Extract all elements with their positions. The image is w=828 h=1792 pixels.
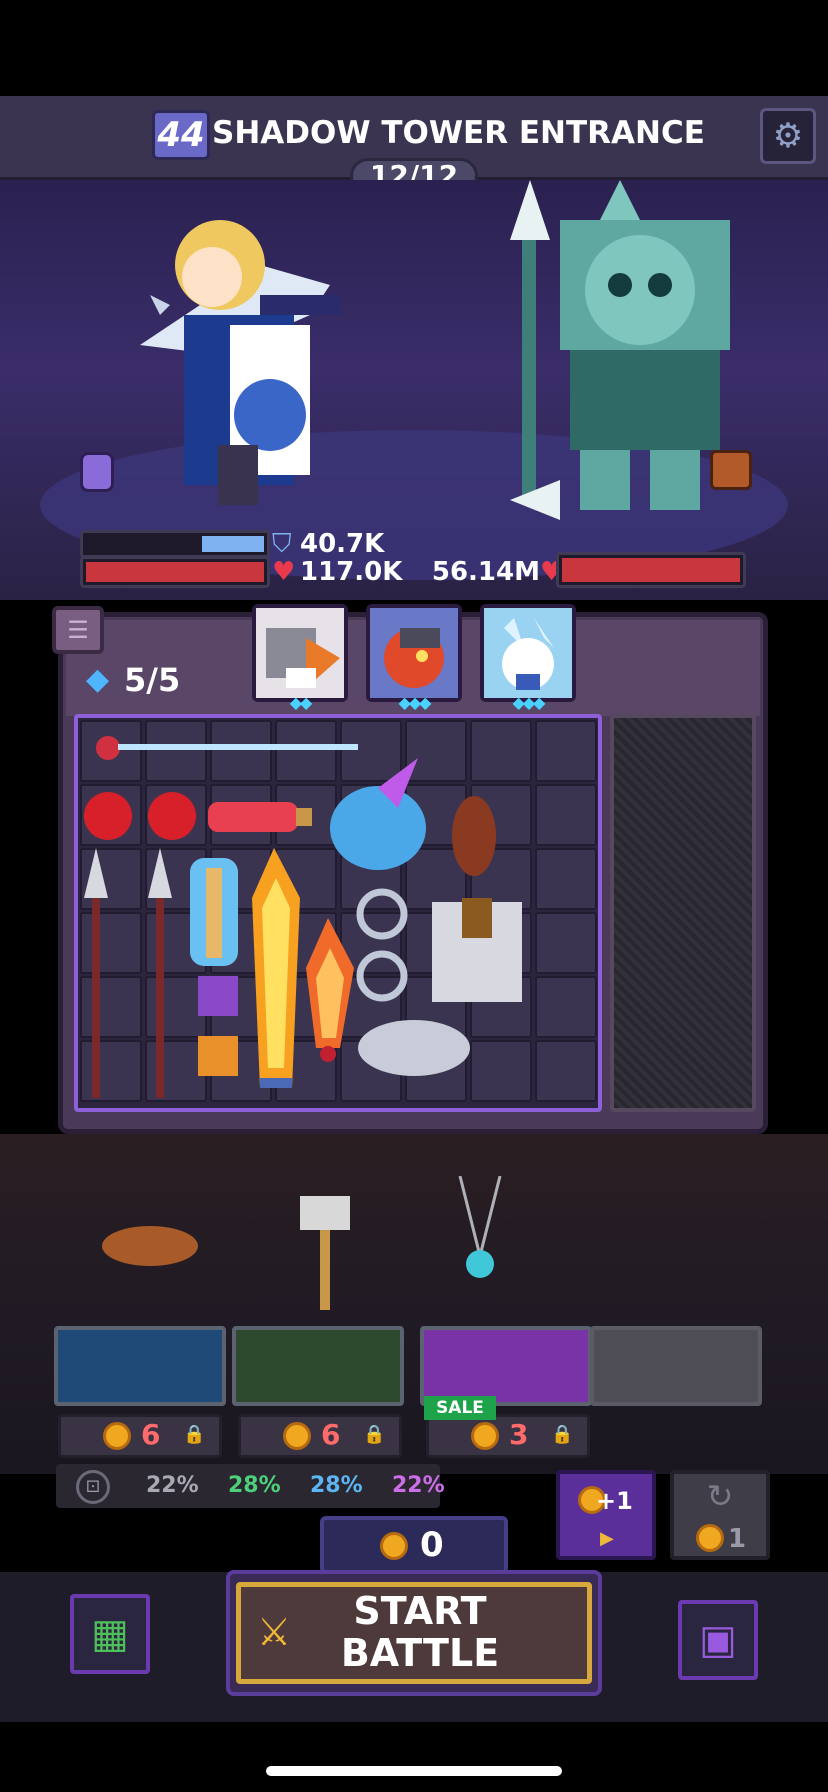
odds-rare: 28%	[310, 1473, 363, 1498]
price-value: 6	[141, 1418, 161, 1451]
shield-icon: ⛉	[272, 529, 292, 559]
hero-sprite	[140, 220, 340, 505]
odds-info-icon[interactable]: ⚀	[76, 1470, 110, 1504]
shop-slot-4[interactable]	[590, 1326, 762, 1406]
odds-uncommon: 28%	[228, 1473, 281, 1498]
map-icon: ▦	[91, 1611, 129, 1657]
gold-value: 0	[420, 1525, 444, 1565]
home-indicator[interactable]	[266, 1766, 562, 1776]
fire-dagger-icon	[306, 918, 354, 1062]
hammer-icon	[300, 1196, 350, 1310]
ice-shield-icon	[190, 858, 238, 966]
coin-icon	[471, 1422, 499, 1450]
dragon-portrait-icon	[370, 608, 458, 698]
meat-icon	[102, 1226, 198, 1266]
hero-shield-fill	[202, 536, 264, 552]
wolf-portrait-icon	[484, 608, 572, 698]
amulet-icon	[458, 1176, 502, 1278]
hero-hp-fill	[86, 562, 264, 582]
enemy-pet	[710, 450, 752, 490]
shop-slot-2[interactable]	[232, 1326, 404, 1406]
enemy-hp-fill	[562, 558, 740, 582]
silver-ring-icon	[356, 888, 408, 1002]
lock-icon[interactable]: 🔒	[551, 1417, 573, 1453]
stage-title: SHADOW TOWER ENTRANCE	[212, 115, 705, 151]
level-number: 44	[157, 115, 205, 155]
hero-3-rank-gems: ◆◆◆	[512, 693, 546, 712]
storage-slot[interactable]	[610, 714, 756, 1112]
coin-icon	[103, 1422, 131, 1450]
odds-epic: 22%	[392, 1473, 445, 1498]
sale-badge: SALE	[424, 1396, 496, 1420]
shop-slot-1[interactable]	[54, 1326, 226, 1406]
flame-sword-icon	[252, 848, 300, 1088]
gear-icon: ⚙	[772, 116, 804, 156]
armor-chest-icon	[432, 898, 522, 1002]
hero-card-dragon[interactable]	[366, 604, 462, 702]
price-value: 6	[321, 1418, 341, 1451]
upgrade-shop-label: +1	[596, 1487, 633, 1515]
coin-icon	[380, 1532, 408, 1560]
energy-count: 5/5	[124, 661, 181, 699]
start-battle-label-line2: BATTLE	[340, 1631, 500, 1675]
hero-hp-value: 117.0K	[300, 557, 403, 587]
coiled-rope-icon	[452, 796, 496, 876]
orange-glove-icon	[198, 1036, 238, 1076]
steel-helmet-icon	[358, 1020, 470, 1076]
start-battle-label-line1: START	[353, 1589, 487, 1633]
backpack-menu-button[interactable]: ☰	[52, 606, 104, 654]
heart-icon: ♥	[272, 557, 296, 587]
play-icon: ▶	[600, 1528, 614, 1549]
lock-icon[interactable]: 🔒	[183, 1417, 205, 1453]
shop-price-2[interactable]: 6 🔒	[238, 1414, 402, 1458]
shop-slot-3[interactable]	[420, 1326, 592, 1406]
hero-card-cat-knight[interactable]	[252, 604, 348, 702]
shop-price-1[interactable]: 6 🔒	[58, 1414, 222, 1458]
coin-icon	[283, 1422, 311, 1450]
settings-button[interactable]: ⚙	[760, 108, 816, 164]
ice-rose-wand-icon	[96, 736, 358, 760]
health-bottle-icon	[208, 802, 312, 832]
hero-2-rank-gems: ◆◆◆	[398, 693, 432, 712]
start-battle-label: START BATTLE	[300, 1590, 540, 1678]
crossed-swords-icon: ⚔	[256, 1610, 292, 1654]
refresh-cost: 1	[728, 1524, 747, 1554]
backpack-icon: ▣	[699, 1617, 737, 1663]
odds-common: 22%	[146, 1473, 199, 1498]
price-value: 3	[509, 1418, 529, 1451]
list-icon: ☰	[67, 616, 89, 644]
hero-pet	[80, 452, 114, 492]
status-bar	[0, 0, 828, 96]
energy-gem-icon: ◆	[86, 662, 110, 697]
shop-price-3[interactable]: 3 🔒	[426, 1414, 590, 1458]
enemy-sprite	[510, 180, 730, 520]
shop-decor	[102, 1176, 502, 1310]
red-potion-icon	[84, 792, 196, 840]
hero-1-rank-gems: ◆◆	[289, 693, 313, 712]
enemy-hp-value: 56.14M	[431, 557, 540, 587]
inventory-items	[84, 736, 522, 1098]
coin-icon	[696, 1524, 724, 1552]
blue-dragon-pet-icon	[330, 758, 426, 870]
home-indicator-area	[0, 1722, 828, 1792]
hero-card-wolf[interactable]	[480, 604, 576, 702]
purple-glove-icon	[198, 976, 238, 1016]
refresh-icon: ↻	[706, 1477, 734, 1515]
lock-icon[interactable]: 🔒	[363, 1417, 385, 1453]
spear-icon	[84, 848, 172, 1098]
cat-knight-portrait-icon	[256, 608, 344, 698]
